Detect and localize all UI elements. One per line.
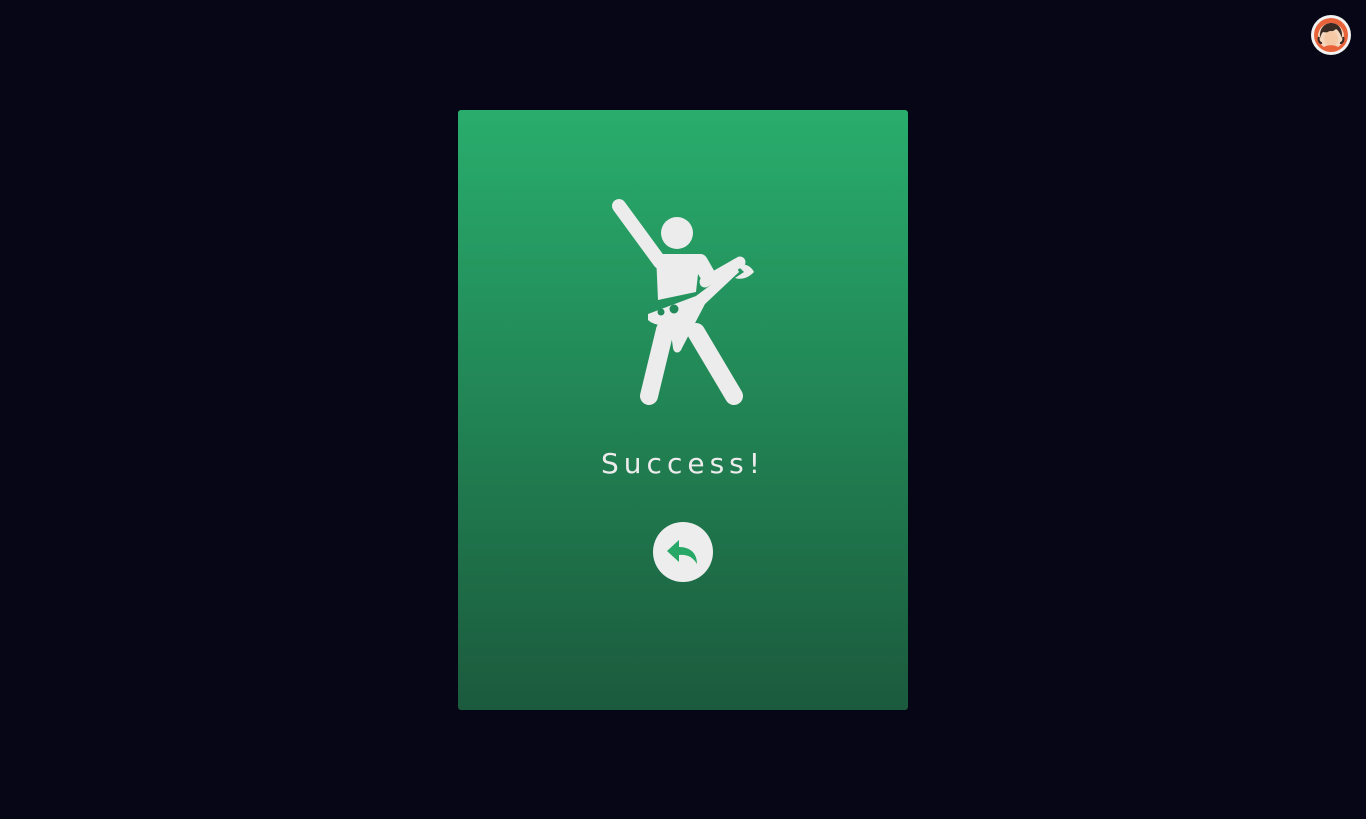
user-avatar-button[interactable] [1311,15,1351,55]
user-avatar-icon [1314,18,1348,52]
back-button[interactable] [653,522,713,582]
reply-arrow-icon [667,540,697,564]
app-root: Success! [0,0,1366,819]
success-message: Success! [601,447,765,480]
rock-guitarist-icon [612,199,754,405]
success-card: Success! [458,110,908,710]
